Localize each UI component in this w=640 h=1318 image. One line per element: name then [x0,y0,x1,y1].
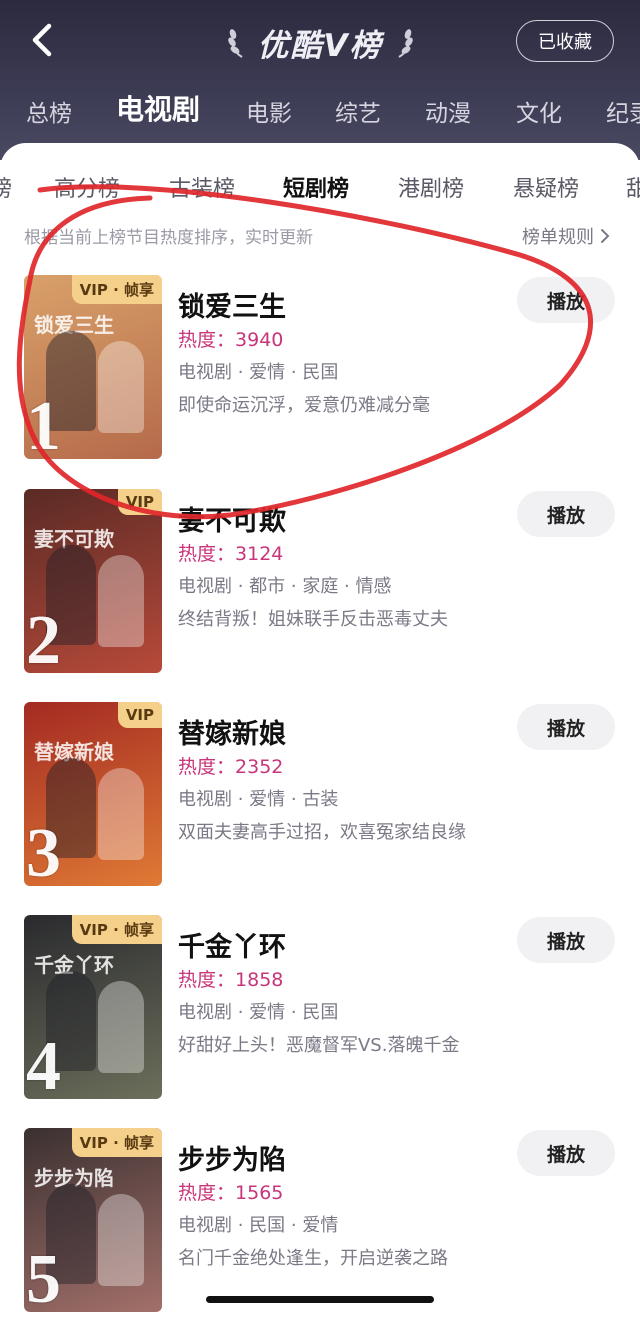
heat-score: 热度：1858 [178,965,283,992]
heat-value: 1565 [235,1182,284,1204]
heat-value: 2352 [235,756,284,778]
heat-label: 热度： [178,329,236,351]
rank-number: 1 [26,388,61,459]
heat-value: 3940 [235,329,284,351]
show-description: 即使命运沉浮，爱意仍难减分毫 [178,395,430,416]
list-item[interactable]: 替嫁新娘 VIP 3 替嫁新娘 热度：2352 电视剧 · 爱情 · 古装 双面… [0,702,640,892]
play-button[interactable]: 播放 [517,1130,615,1176]
show-title[interactable]: 千金丫环 [178,925,286,964]
heat-label: 热度： [178,1182,236,1204]
poster-figure [98,1194,144,1286]
poster-image[interactable]: 千金丫环 VIP · 帧享 4 [24,915,162,1099]
laurel-right-icon [397,29,413,58]
tab-overall[interactable]: 总榜 [26,94,72,128]
genre-tags: 电视剧 · 爱情 · 民国 [178,1002,339,1023]
show-description: 终结背叛！姐妹联手反击恶毒丈夫 [178,609,448,630]
show-title[interactable]: 妻不可欺 [178,499,286,538]
play-button[interactable]: 播放 [517,917,615,963]
subtab-high-score[interactable]: 高分榜 [54,171,120,203]
laurel-left-icon [227,29,243,58]
poster-image[interactable]: 步步为陷 VIP · 帧享 5 [24,1128,162,1312]
tab-anime[interactable]: 动漫 [425,94,471,128]
rank-number: 4 [26,1028,61,1099]
vip-badge: VIP · 帧享 [71,915,162,944]
rank-number: 2 [26,602,61,673]
subtab-short-drama[interactable]: 短剧榜 [283,171,349,203]
heat-score: 热度：2352 [178,752,283,779]
rank-number: 5 [26,1241,61,1312]
favorite-button[interactable]: 已收藏 [516,20,614,62]
page-title: 优酷V榜 [257,27,383,64]
poster-image[interactable]: 锁爱三生 VIP · 帧享 1 [24,275,162,459]
list-item[interactable]: 锁爱三生 VIP · 帧享 1 锁爱三生 热度：3940 电视剧 · 爱情 · … [0,275,640,465]
vip-badge: VIP · 帧享 [71,1128,162,1157]
list-item[interactable]: 步步为陷 VIP · 帧享 5 步步为陷 热度：1565 电视剧 · 民国 · … [0,1128,640,1318]
genre-tags: 电视剧 · 爱情 · 古装 [178,789,339,810]
sub-tabs: 榜 高分榜 古装榜 短剧榜 港剧榜 悬疑榜 甜 [0,167,640,203]
poster-image[interactable]: 妻不可欺 VIP 2 [24,489,162,673]
rules-label: 榜单规则 [522,227,594,248]
heat-score: 热度：3940 [178,325,283,352]
ranking-notice: 根据当前上榜节目热度排序，实时更新 [24,228,313,248]
genre-tags: 电视剧 · 都市 · 家庭 · 情感 [178,576,392,597]
rank-number: 3 [26,815,61,886]
poster-figure [98,341,144,433]
vip-badge: VIP [117,489,162,515]
genre-tags: 电视剧 · 民国 · 爱情 [178,1215,339,1236]
vip-badge: VIP · 帧享 [71,275,162,304]
home-indicator [206,1296,434,1303]
heat-label: 热度： [178,969,236,991]
tab-culture[interactable]: 文化 [516,94,562,128]
ranking-panel: 榜 高分榜 古装榜 短剧榜 港剧榜 悬疑榜 甜 根据当前上榜节目热度排序，实时更… [0,143,640,1318]
subtab-hk-drama[interactable]: 港剧榜 [398,171,464,203]
poster-figure [98,768,144,860]
header: 优酷V榜 已收藏 总榜 电视剧 电影 综艺 动漫 文化 纪录 [0,0,640,160]
show-description: 名门千金绝处逢生，开启逆袭之路 [178,1248,448,1269]
tab-variety[interactable]: 综艺 [335,94,381,128]
heat-label: 热度： [178,543,236,565]
list-item[interactable]: 千金丫环 VIP · 帧享 4 千金丫环 热度：1858 电视剧 · 爱情 · … [0,915,640,1105]
heat-score: 热度：3124 [178,539,283,566]
heat-label: 热度： [178,756,236,778]
show-title[interactable]: 锁爱三生 [178,285,286,324]
poster-figure [98,981,144,1073]
heat-value: 3124 [235,543,284,565]
list-item[interactable]: 妻不可欺 VIP 2 妻不可欺 热度：3124 电视剧 · 都市 · 家庭 · … [0,489,640,679]
poster-image[interactable]: 替嫁新娘 VIP 3 [24,702,162,886]
tab-documentary[interactable]: 纪录 [606,94,640,128]
genre-tags: 电视剧 · 爱情 · 民国 [178,362,339,383]
heat-score: 热度：1565 [178,1178,283,1205]
show-description: 好甜好上头！恶魔督军VS.落魄千金 [178,1035,460,1056]
chevron-right-icon [601,229,610,243]
poster-figure [98,555,144,647]
tab-movie[interactable]: 电影 [246,94,292,128]
play-button[interactable]: 播放 [517,277,615,323]
subtab-partial-right[interactable]: 甜 [626,171,640,203]
show-title[interactable]: 替嫁新娘 [178,712,286,751]
main-tabs: 总榜 电视剧 电影 综艺 动漫 文化 纪录 [0,88,640,134]
tab-tv-series[interactable]: 电视剧 [116,88,200,128]
show-title[interactable]: 步步为陷 [178,1138,286,1177]
vip-badge: VIP [117,702,162,728]
subtab-costume[interactable]: 古装榜 [169,171,235,203]
heat-value: 1858 [235,969,284,991]
subtab-mystery[interactable]: 悬疑榜 [513,171,579,203]
rules-link[interactable]: 榜单规则 [522,223,610,249]
show-description: 双面夫妻高手过招，欢喜冤家结良缘 [178,822,466,843]
play-button[interactable]: 播放 [517,491,615,537]
subtab-partial-left[interactable]: 榜 [0,171,12,203]
play-button[interactable]: 播放 [517,704,615,750]
